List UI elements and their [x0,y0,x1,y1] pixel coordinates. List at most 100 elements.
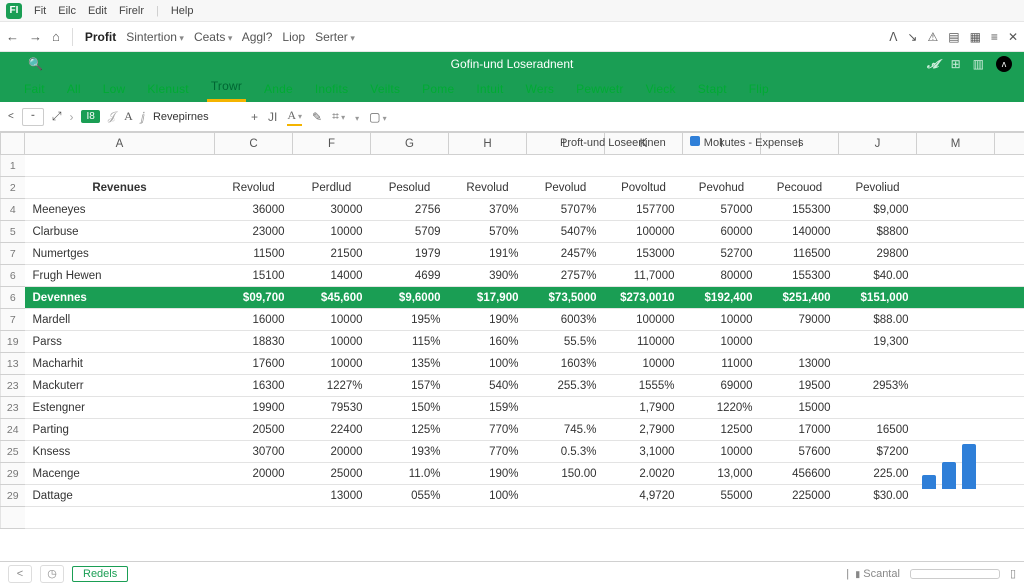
cell[interactable]: 100000 [605,309,683,331]
cell[interactable]: 155300 [761,265,839,287]
row-header[interactable]: 2 [1,177,25,199]
cell[interactable]: $151,000 [839,287,917,309]
row-label[interactable]: Clarbuse [25,221,215,243]
cell[interactable]: 150.00 [527,463,605,485]
bell-icon[interactable]: ↘ [907,30,917,44]
cell[interactable]: 55.5% [527,331,605,353]
formula-input[interactable]: Revepirnes [153,111,243,123]
table-row[interactable]: 24Parting2050022400125%770%745.%2,790012… [1,419,1024,441]
table-row[interactable]: 6Devennes$09,700$45,600$9,6000$17,900$73… [1,287,1024,309]
cell[interactable]: 5707% [527,199,605,221]
col-header[interactable]: C [215,133,293,155]
row-header[interactable]: 19 [1,331,25,353]
cell[interactable]: 16000 [215,309,293,331]
cell[interactable]: 1,7900 [605,397,683,419]
cell[interactable] [215,485,293,507]
nav-tab[interactable]: Sintertion [126,30,184,44]
cell[interactable]: 10000 [293,309,371,331]
cell[interactable]: 1227% [293,375,371,397]
cell[interactable]: 80000 [683,265,761,287]
cell[interactable] [917,243,995,265]
cell[interactable]: 2757% [527,265,605,287]
cell[interactable]: 456600 [761,463,839,485]
row-header[interactable]: 23 [1,375,25,397]
menu-item[interactable]: Edit [88,5,107,17]
sheet-tab[interactable]: Redels [72,566,128,582]
cell[interactable]: 15100 [215,265,293,287]
row-header[interactable]: 5 [1,221,25,243]
col-header[interactable]: G [371,133,449,155]
cell[interactable]: 20000 [215,463,293,485]
cell[interactable]: 1555% [605,375,683,397]
row-header[interactable]: 1 [1,155,25,177]
cell[interactable] [917,309,995,331]
ribbon-tab[interactable]: Klenust [143,78,192,102]
cell[interactable]: 13000 [293,485,371,507]
cell[interactable]: 190% [449,463,527,485]
ribbon-tab[interactable]: Ande [260,78,297,102]
avatar-icon[interactable]: ʌ [996,56,1012,72]
cell[interactable]: 100000 [605,221,683,243]
table-row[interactable]: 4Meeneyes36000300002756370%5707%15770057… [1,199,1024,221]
cell[interactable] [371,155,449,177]
row-label[interactable]: Knsess [25,441,215,463]
row-header[interactable]: 7 [1,243,25,265]
cell[interactable] [839,397,917,419]
cell[interactable]: $30.00 [839,485,917,507]
table-row[interactable]: 23Estengner1990079530150%159%1,79001220%… [1,397,1024,419]
cell[interactable] [995,507,1024,529]
cell[interactable] [839,507,917,529]
row-label[interactable]: Mardell [25,309,215,331]
ribbon-tab[interactable]: Fait [20,78,49,102]
row-header[interactable]: 24 [1,419,25,441]
cell[interactable]: $40.00 [839,265,917,287]
row-header[interactable]: 7 [1,309,25,331]
row-label[interactable] [25,155,215,177]
cell[interactable]: 155300 [761,199,839,221]
table-row[interactable]: 29Dattage13000055%100%4,972055000225000$… [1,485,1024,507]
row-header[interactable]: 13 [1,353,25,375]
row-label[interactable]: Mackuterr [25,375,215,397]
cell[interactable] [995,419,1024,441]
row-label[interactable]: Macharhit [25,353,215,375]
cell[interactable]: Pevoliud [839,177,917,199]
brush-icon[interactable]: 𝒥 [108,109,116,124]
table-row[interactable]: 7Numertges11500215001979191%2457%1530005… [1,243,1024,265]
cell[interactable] [995,331,1024,353]
spreadsheet[interactable]: Proft-und Loseertinen Mokutes - Expenses… [0,132,1024,561]
table-icon[interactable]: ▥ [973,57,984,71]
cell[interactable]: $7200 [839,441,917,463]
ribbon-tab[interactable]: Vieck [642,78,680,102]
cell[interactable] [527,397,605,419]
cell[interactable]: 57600 [761,441,839,463]
cell[interactable]: 19500 [761,375,839,397]
row-header[interactable]: 29 [1,485,25,507]
cell[interactable] [761,507,839,529]
ribbon-tab[interactable]: All [63,78,85,102]
table-row[interactable]: 7Mardell1600010000195%190%6003%100000100… [1,309,1024,331]
row-label[interactable]: Dattage [25,485,215,507]
cell[interactable]: 25000 [293,463,371,485]
cell[interactable] [917,287,995,309]
ribbon-tab[interactable]: Stapt [694,78,731,102]
cell[interactable] [917,265,995,287]
cell[interactable] [995,353,1024,375]
forward-icon[interactable]: → [29,29,42,44]
cell[interactable] [995,243,1024,265]
cell[interactable]: 157% [371,375,449,397]
signature-icon[interactable]: 𝓐 [927,57,939,72]
cell[interactable]: 150% [371,397,449,419]
table-row[interactable]: 19Parss1883010000115%160%55.5%1100001000… [1,331,1024,353]
cell[interactable] [917,155,995,177]
ribbon-tab[interactable]: Low [99,78,130,102]
cell[interactable]: 13000 [761,353,839,375]
cell[interactable]: Povoltud [605,177,683,199]
cell[interactable]: 125% [371,419,449,441]
cell[interactable]: 2.0020 [605,463,683,485]
paint-icon[interactable]: ✎ [312,110,322,124]
cell[interactable]: 10000 [683,309,761,331]
cell[interactable]: 17000 [761,419,839,441]
table-row[interactable]: 25Knsess3070020000193%770%0.5.3%3,100010… [1,441,1024,463]
cell[interactable]: 11500 [215,243,293,265]
cell[interactable] [995,441,1024,463]
